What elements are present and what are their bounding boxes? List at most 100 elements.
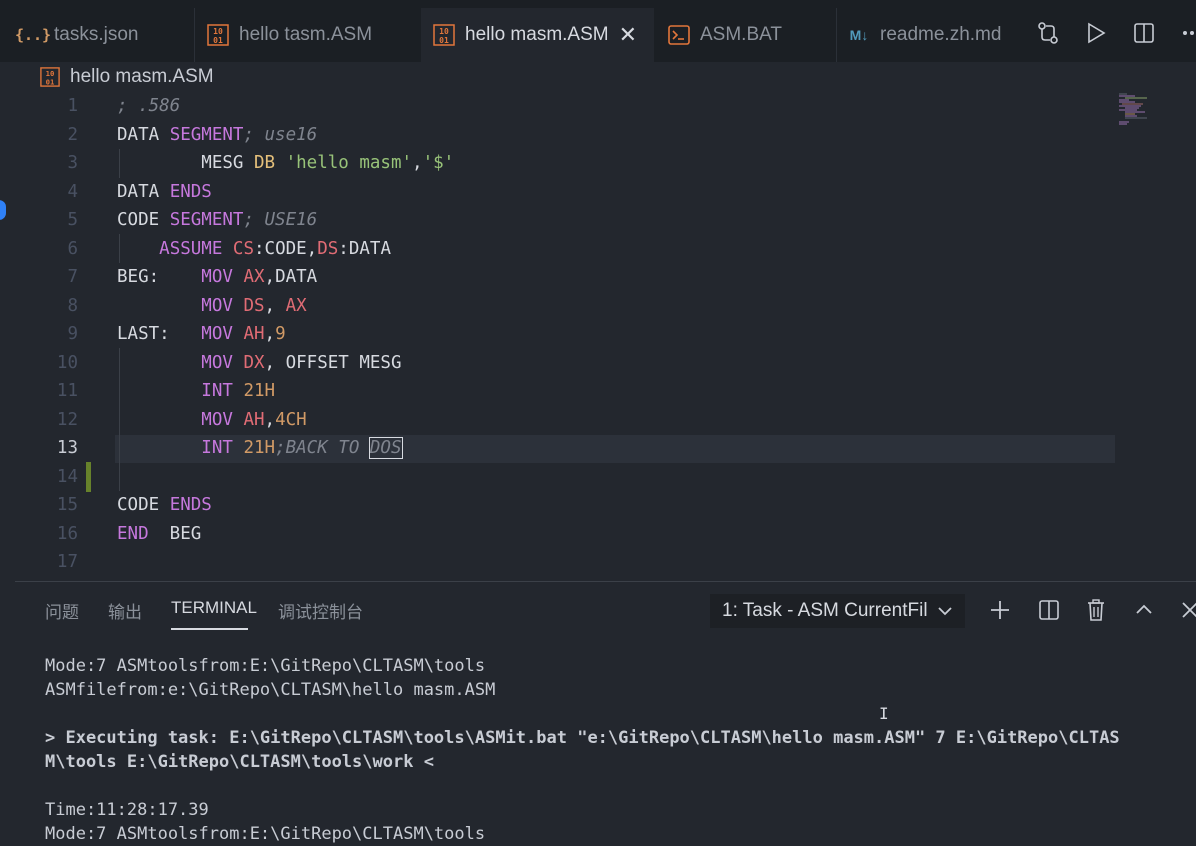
run-icon[interactable]	[1083, 20, 1109, 46]
code-token: MOV	[201, 409, 233, 430]
svg-text:01: 01	[46, 77, 55, 86]
tab-asm-bat[interactable]: ASM.BAT	[666, 8, 834, 62]
code-token: MESG	[117, 153, 254, 173]
code-token: ,	[412, 153, 423, 173]
compare-changes-icon[interactable]	[1035, 20, 1061, 46]
code-token: CODE	[117, 210, 170, 230]
line-number: 10	[56, 352, 78, 373]
binary-file-icon: 10 01	[40, 67, 60, 87]
code-token: ASSUME	[159, 238, 223, 259]
editor-tab-bar: {..} tasks.json 10 01 hello tasm.ASM 10 01…	[0, 0, 1196, 62]
code-token: ENDS	[169, 495, 212, 515]
code-text: ASSUME CS:CODE,DS:DATA	[117, 235, 391, 264]
breadcrumb[interactable]: 10 01 hello masm.ASM	[40, 64, 214, 90]
active-tab-indicator	[171, 628, 248, 630]
code-token: ; .586	[117, 96, 181, 116]
code-token: MOV	[201, 295, 233, 316]
binary-file-icon: 10 01	[205, 24, 231, 46]
trash-icon[interactable]	[1083, 597, 1109, 623]
code-token: DX	[243, 352, 265, 373]
new-terminal-icon[interactable]	[987, 597, 1013, 623]
text-cursor-icon: I	[879, 704, 889, 723]
chevron-up-icon[interactable]	[1131, 597, 1157, 623]
tab-tasks-json[interactable]: {..} tasks.json	[15, 8, 194, 62]
code-token: ,	[264, 324, 276, 344]
code-token: AX	[243, 267, 265, 287]
code-token: SEGMENT	[169, 124, 244, 145]
tab-label: hello tasm.ASM	[239, 24, 373, 45]
activity-indicator	[0, 200, 6, 220]
code-token: :CODE,	[254, 238, 318, 259]
code-token: MOV	[201, 267, 233, 287]
code-text: ; .586	[117, 92, 180, 121]
markdown-icon: M↓	[849, 27, 869, 43]
line-number: 9	[67, 324, 78, 344]
terminal-line: M\tools E:\GitRepo\CLTASM\tools\work <	[45, 752, 434, 772]
line-number: 12	[56, 409, 78, 430]
more-actions-icon[interactable]	[1179, 20, 1196, 46]
terminal-line: ASMfilefrom:e:\GitRepo\CLTASM\hello masm…	[45, 680, 496, 700]
terminal-select[interactable]: 1: Task - ASM CurrentFil	[710, 594, 965, 628]
tab-terminal[interactable]: TERMINAL	[171, 598, 257, 618]
code-token: AX	[285, 295, 307, 316]
tab-debug-console[interactable]: 调试控制台	[278, 598, 363, 623]
code-token: CODE	[117, 495, 170, 515]
code-text: MOV AH,4CH	[117, 406, 306, 435]
terminal-line: > Executing task: E:\GitRepo\CLTASM\tool…	[45, 728, 1120, 748]
code-text: CODE ENDS	[117, 491, 212, 520]
code-text: DATA SEGMENT; use16	[117, 121, 317, 150]
terminal-line: Mode:7 ASMtoolsfrom:E:\GitRepo\CLTASM\to…	[45, 656, 486, 676]
code-token: END	[117, 523, 149, 544]
breadcrumb-file: hello masm.ASM	[70, 66, 214, 87]
code-token: BEG	[148, 523, 202, 544]
tab-label: readme.zh.md	[880, 24, 1002, 45]
tab-divider	[836, 8, 837, 62]
code-token: DATA	[117, 181, 170, 202]
svg-text:01: 01	[213, 36, 223, 45]
tab-hello-masm[interactable]: 10 01 hello masm.ASM ✕	[421, 8, 654, 62]
terminal-output[interactable]: Mode:7 ASMtoolsfrom:E:\GitRepo\CLTASM\to…	[45, 654, 1120, 846]
code-text: MOV DS, AX	[117, 292, 307, 321]
tab-output[interactable]: 输出	[108, 598, 142, 623]
code-token: ,	[264, 409, 276, 430]
line-number: 15	[56, 495, 78, 515]
code-text: CODE SEGMENT; USE16	[117, 206, 317, 235]
code-token: ENDS	[169, 181, 212, 202]
editor-actions	[1035, 18, 1196, 48]
bottom-panel: 问题 输出 TERMINAL 调试控制台 1: Task - ASM Curre…	[15, 581, 1196, 844]
line-number: 2	[67, 124, 78, 145]
svg-text:01: 01	[439, 36, 449, 45]
terminal-line: Mode:7 ASMtoolsfrom:E:\GitRepo\CLTASM\to…	[45, 824, 486, 844]
close-tab-icon[interactable]: ✕	[619, 22, 637, 48]
code-token: LAST:	[117, 324, 202, 344]
code-token: :DATA	[338, 238, 391, 259]
tab-readme[interactable]: M↓ readme.zh.md	[846, 8, 1016, 62]
close-panel-icon[interactable]	[1177, 597, 1196, 623]
binary-file-icon: 10 01	[431, 24, 457, 46]
split-editor-icon[interactable]	[1131, 20, 1157, 46]
tab-label: ASM.BAT	[700, 24, 782, 45]
code-token: '$'	[422, 153, 455, 173]
tab-hello-tasm[interactable]: 10 01 hello tasm.ASM	[205, 8, 419, 62]
code-token: ;BACK TO	[275, 438, 370, 458]
chevron-down-icon	[937, 599, 953, 629]
code-token: ; USE16	[243, 210, 318, 230]
line-number: 11	[56, 381, 78, 401]
svg-text:10: 10	[439, 27, 449, 36]
tab-problems[interactable]: 问题	[45, 598, 79, 623]
code-token: AH	[243, 324, 265, 344]
terminal-line: Time:11:28:17.39	[45, 800, 209, 820]
minimap[interactable]	[1117, 92, 1196, 132]
terminal-file-icon	[666, 25, 692, 45]
code-editor[interactable]: 1; .586 2 DATA SEGMENT; use16 3 MESG DB 'he…	[15, 92, 1196, 580]
code-token: DS	[317, 238, 339, 259]
split-terminal-icon[interactable]	[1036, 597, 1062, 623]
code-token: 'hello masm'	[285, 153, 413, 173]
